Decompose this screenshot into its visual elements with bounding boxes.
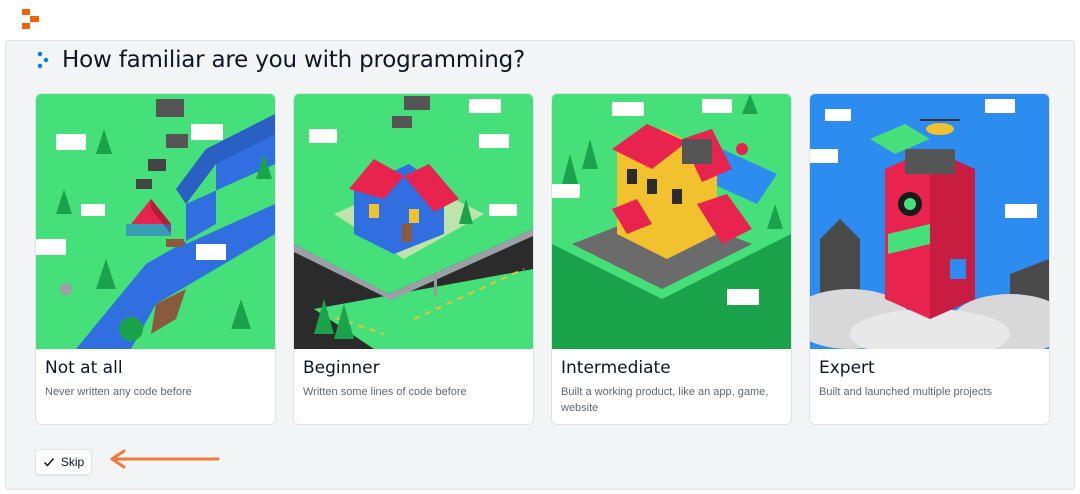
skip-label: Skip xyxy=(60,455,85,469)
option-card-beginner[interactable]: Beginner Written some lines of code befo… xyxy=(293,93,534,425)
question-header: How familiar are you with programming? xyxy=(36,46,525,74)
replit-tower-illustration xyxy=(810,94,1049,349)
option-card-expert[interactable]: Expert Built and launched multiple proje… xyxy=(809,93,1050,425)
check-icon xyxy=(43,458,54,467)
option-title: Beginner xyxy=(303,358,380,378)
arrow-annotation-icon xyxy=(110,449,220,469)
option-title: Expert xyxy=(819,358,875,378)
question-title: How familiar are you with programming? xyxy=(62,47,526,73)
top-bar xyxy=(0,0,1080,40)
option-description: Never written any code before xyxy=(45,386,192,398)
option-description: Built and launched multiple projects xyxy=(819,386,993,398)
campsite-illustration xyxy=(36,94,275,349)
skip-button[interactable]: Skip xyxy=(35,449,92,475)
mansion-illustration xyxy=(552,94,791,349)
house-illustration xyxy=(294,94,533,349)
replit-logo-icon[interactable] xyxy=(22,9,40,29)
option-card-intermediate[interactable]: Intermediate Built a working product, li… xyxy=(551,93,792,425)
option-description: Built a working product, like an app, ga… xyxy=(561,386,769,414)
dots-icon xyxy=(37,51,49,69)
option-description: Written some lines of code before xyxy=(303,386,467,398)
option-title: Intermediate xyxy=(561,358,671,378)
option-card-not-at-all[interactable]: Not at all Never written any code before xyxy=(35,93,276,425)
option-title: Not at all xyxy=(45,358,123,378)
